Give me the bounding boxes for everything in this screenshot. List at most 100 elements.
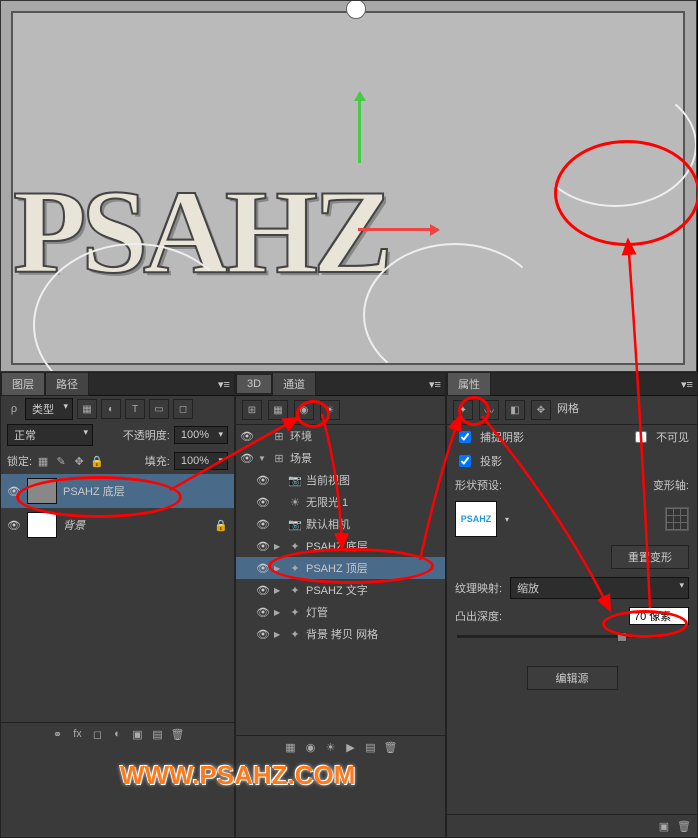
extrude-slider[interactable]: [457, 635, 657, 638]
wire-curve: [533, 83, 697, 207]
item-current-view[interactable]: 👁📷当前视图: [236, 469, 445, 491]
tab-properties[interactable]: 属性: [447, 372, 491, 396]
group-icon[interactable]: ▣: [131, 727, 145, 741]
tab-layers[interactable]: 图层: [1, 372, 45, 396]
item-bg-mesh[interactable]: 👁▶✦背景 拷贝 网格: [236, 623, 445, 645]
trash-icon[interactable]: 🗑: [677, 819, 691, 833]
filter-mesh-icon[interactable]: ▦: [268, 400, 288, 420]
layer-psahz-bottom[interactable]: 👁 PSAHZ 底层: [1, 474, 234, 508]
layer-thumbnail: [27, 512, 57, 538]
camera-icon: 📷: [288, 473, 302, 487]
env-icon: ⊞: [272, 429, 286, 443]
panel-menu-icon[interactable]: ▾≡: [681, 378, 697, 391]
wire-curve: [363, 243, 547, 372]
filter-pixel-icon[interactable]: ▦: [77, 399, 97, 419]
tab-3d[interactable]: 3D: [236, 374, 272, 394]
opacity-label: 不透明度:: [123, 427, 170, 443]
filter-text-icon[interactable]: T: [125, 399, 145, 419]
prop-mesh-icon[interactable]: ✦: [453, 400, 473, 420]
tab-channels[interactable]: 通道: [272, 372, 316, 396]
rotation-knob[interactable]: [346, 0, 366, 19]
panel-menu-icon[interactable]: ▾≡: [218, 378, 234, 391]
render-icon[interactable]: ▶: [344, 740, 358, 754]
visibility-icon[interactable]: 👁: [7, 519, 21, 532]
mesh-icon: ✦: [288, 627, 302, 641]
properties-panel: 属性▾≡ ✦ 〰 ◧ ✥ 网格 捕捉阴影不可见 投影 形状预设:变形轴: PSA…: [446, 372, 698, 838]
trash-icon[interactable]: 🗑: [171, 727, 185, 741]
deform-axis-grid[interactable]: [665, 507, 689, 531]
deform-label: 变形轴:: [653, 477, 689, 493]
item-psahz-bottom[interactable]: 👁▶✦PSAHZ 底层: [236, 535, 445, 557]
panel-menu-icon[interactable]: ▾≡: [429, 378, 445, 391]
light-icon: ☀: [288, 495, 302, 509]
layer-background[interactable]: 👁 背景 🔒: [1, 508, 234, 542]
cast-shadow-checkbox[interactable]: [459, 455, 471, 467]
cast-shadow-label: 投影: [480, 453, 502, 469]
watermark: WWW.PSAHZ.COM: [120, 760, 355, 791]
fill-label: 填充:: [145, 453, 170, 469]
item-scene[interactable]: 👁▼⊞场景: [236, 447, 445, 469]
filter-shape-icon[interactable]: ▭: [149, 399, 169, 419]
filter-light-icon[interactable]: ☀: [320, 400, 340, 420]
shape-preset-thumb[interactable]: PSAHZ: [455, 501, 497, 537]
item-lamp[interactable]: 👁▶✦灯管: [236, 601, 445, 623]
lock-trans-icon[interactable]: ▦: [36, 454, 50, 468]
lock-all-icon[interactable]: 🔒: [90, 454, 104, 468]
mesh-icon: ✦: [288, 583, 302, 597]
tex-map-label: 纹理映射:: [455, 580, 502, 596]
new-layer-icon[interactable]: ▤: [151, 727, 165, 741]
link-icon[interactable]: ⚭: [51, 727, 65, 741]
item-psahz-top[interactable]: 👁▶✦PSAHZ 顶层: [236, 557, 445, 579]
scene-icon: ⊞: [272, 451, 286, 465]
prop-coord-icon[interactable]: ✥: [531, 400, 551, 420]
item-environment[interactable]: 👁⊞环境: [236, 425, 445, 447]
mesh-icon: ✦: [288, 561, 302, 575]
filter-type-select[interactable]: 类型: [25, 398, 73, 420]
bounding-box: PSAHZ: [11, 11, 685, 365]
layer-name: 背景: [63, 517, 208, 533]
viewport-3d[interactable]: PSAHZ: [0, 0, 697, 372]
render-icon[interactable]: ▣: [657, 819, 671, 833]
new-icon[interactable]: ▤: [364, 740, 378, 754]
blend-mode-select[interactable]: 正常: [7, 424, 93, 446]
mask-icon[interactable]: ◻: [91, 727, 105, 741]
filter-adjust-icon[interactable]: ◐: [101, 399, 121, 419]
fill-input[interactable]: 100%: [174, 452, 228, 470]
nav-icon[interactable]: ▦: [284, 740, 298, 754]
trash-icon[interactable]: 🗑: [384, 740, 398, 754]
filter-material-icon[interactable]: ◉: [294, 400, 314, 420]
visibility-icon[interactable]: 👁: [7, 485, 21, 498]
mesh-icon: ✦: [288, 605, 302, 619]
invisible-checkbox[interactable]: [635, 431, 647, 443]
nav-icon[interactable]: ☀: [324, 740, 338, 754]
layer-thumbnail: [27, 478, 57, 504]
layer-name: PSAHZ 底层: [63, 483, 228, 499]
adjust-icon[interactable]: ◐: [111, 727, 125, 741]
tex-map-select[interactable]: 缩放: [510, 577, 689, 599]
catch-shadow-checkbox[interactable]: [459, 431, 471, 443]
lock-paint-icon[interactable]: ✎: [54, 454, 68, 468]
edit-source-button[interactable]: 编辑源: [527, 666, 618, 690]
extrude-depth-input[interactable]: [629, 607, 689, 625]
extrude-label: 凸出深度:: [455, 608, 502, 624]
filter-icon: ρ: [7, 402, 21, 416]
invisible-label: 不可见: [656, 429, 689, 445]
item-default-camera[interactable]: 👁📷默认相机: [236, 513, 445, 535]
fx-icon[interactable]: fx: [71, 727, 85, 741]
tab-paths[interactable]: 路径: [45, 372, 89, 396]
mesh-icon: ✦: [288, 539, 302, 553]
lock-move-icon[interactable]: ✥: [72, 454, 86, 468]
lock-icon: 🔒: [214, 519, 228, 532]
camera-icon: 📷: [288, 517, 302, 531]
catch-shadow-label: 捕捉阴影: [480, 429, 524, 445]
lock-label: 锁定:: [7, 453, 32, 469]
filter-scene-icon[interactable]: ⊞: [242, 400, 262, 420]
prop-deform-icon[interactable]: 〰: [479, 400, 499, 420]
prop-cap-icon[interactable]: ◧: [505, 400, 525, 420]
opacity-input[interactable]: 100%: [174, 426, 228, 444]
item-psahz-text[interactable]: 👁▶✦PSAHZ 文字: [236, 579, 445, 601]
filter-smart-icon[interactable]: ◻: [173, 399, 193, 419]
item-infinite-light[interactable]: 👁☀无限光 1: [236, 491, 445, 513]
nav-icon[interactable]: ◉: [304, 740, 318, 754]
reset-deform-button[interactable]: 重置变形: [611, 545, 689, 569]
